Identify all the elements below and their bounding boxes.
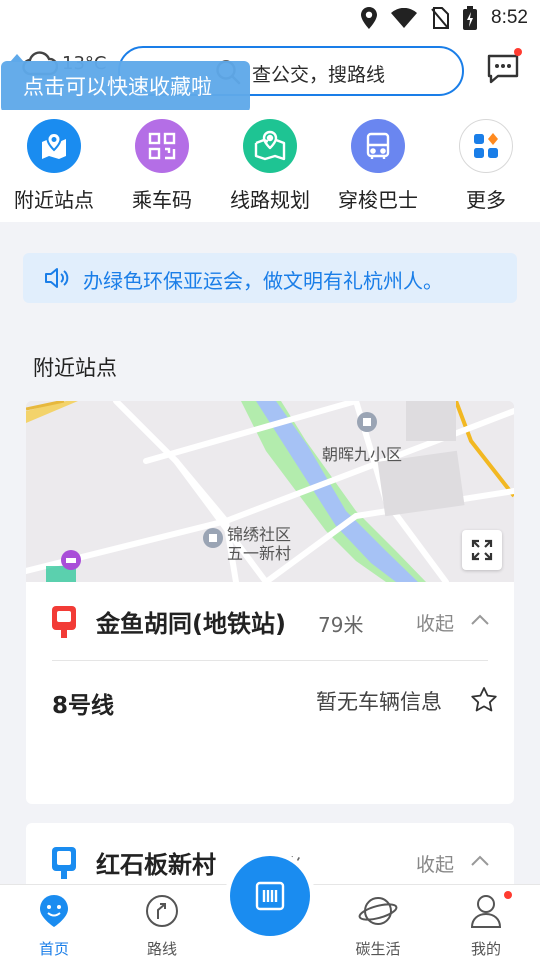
collapse-button[interactable]: 收起 xyxy=(416,850,454,877)
message-badge xyxy=(514,48,522,56)
stop-name: 金鱼胡同(地铁站) xyxy=(96,610,286,638)
quick-label: 穿梭巴士 xyxy=(338,188,418,212)
metro-station-icon xyxy=(52,606,76,638)
map-expand-button[interactable] xyxy=(462,530,502,570)
divider xyxy=(52,660,488,661)
map-label: 朝晖九小区 xyxy=(322,445,403,464)
qr-code-icon xyxy=(135,119,189,173)
star-icon[interactable] xyxy=(470,686,498,714)
stop-name: 红石板新村 xyxy=(96,851,216,879)
bus-icon xyxy=(351,119,405,173)
tab-mine[interactable]: 我的 xyxy=(432,893,540,959)
user-icon xyxy=(470,895,502,928)
bus-stop-icon xyxy=(52,847,76,879)
tab-label: 首页 xyxy=(38,940,69,958)
notice-banner[interactable]: 办绿色环保亚运会，做文明有礼杭州人。 xyxy=(23,253,517,303)
quick-route-planning[interactable]: 线路规划 xyxy=(216,119,324,213)
status-time: 8:52 xyxy=(491,7,528,28)
tab-carbon-life[interactable]: 碳生活 xyxy=(324,893,432,959)
location-map-icon xyxy=(27,119,81,173)
home-face-icon xyxy=(40,895,68,927)
expand-icon xyxy=(471,539,493,561)
hotel-marker-icon xyxy=(61,550,81,570)
no-sim-icon xyxy=(431,7,450,29)
stop-card[interactable]: 金鱼胡同(地铁站) 79米 收起 8号线 暂无车辆信息 xyxy=(26,582,514,804)
location-status-icon xyxy=(361,7,378,29)
search-placeholder: 查公交，搜路线 xyxy=(252,64,386,86)
chevron-up-icon[interactable] xyxy=(470,855,490,867)
more-grid-icon xyxy=(459,119,513,173)
quick-access-bar: 附近站点 乘车码 线路规划 穿梭巴士 更多 xyxy=(0,110,540,222)
route-map-icon xyxy=(243,119,297,173)
route-name[interactable]: 8号线 xyxy=(52,686,114,720)
favorite-tooltip: 点击可以快速收藏啦 xyxy=(1,61,250,113)
stop-distance: 79米 xyxy=(318,613,364,637)
speaker-icon xyxy=(45,268,69,288)
route-compass-icon xyxy=(146,895,178,927)
notice-text: 办绿色环保亚运会，做文明有礼杭州人。 xyxy=(83,269,443,293)
tab-label: 路线 xyxy=(146,940,177,958)
quick-label: 乘车码 xyxy=(132,188,192,212)
tab-home[interactable]: 首页 xyxy=(0,893,108,959)
poi-marker-icon xyxy=(203,528,223,548)
poi-marker-icon xyxy=(357,412,377,432)
quick-nearby-stops[interactable]: 附近站点 xyxy=(0,119,108,213)
tab-label: 我的 xyxy=(470,940,501,958)
quick-more[interactable]: 更多 xyxy=(432,119,540,213)
barcode-scan-icon xyxy=(255,881,285,911)
wifi-icon xyxy=(391,8,418,28)
tab-label: 碳生活 xyxy=(355,940,401,958)
route-status: 暂无车辆信息 xyxy=(316,690,442,714)
nearby-map[interactable]: 朝晖九小区 锦绣社区 五一新村 xyxy=(26,401,514,582)
scan-ride-button[interactable] xyxy=(230,856,310,936)
quick-shuttle-bus[interactable]: 穿梭巴士 xyxy=(324,119,432,213)
battery-charging-icon xyxy=(463,6,478,30)
quick-ride-code[interactable]: 乘车码 xyxy=(108,119,216,213)
map-label: 五一新村 xyxy=(227,544,292,563)
mine-badge xyxy=(504,891,512,899)
status-icons: 8:52 xyxy=(361,6,528,30)
nearby-section-title: 附近站点 xyxy=(33,356,117,380)
quick-label: 线路规划 xyxy=(230,188,310,212)
tab-routes[interactable]: 路线 xyxy=(108,893,216,959)
collapse-button[interactable]: 收起 xyxy=(416,609,454,636)
message-icon[interactable] xyxy=(486,52,520,86)
status-bar: 8:52 xyxy=(0,0,540,36)
planet-icon xyxy=(358,897,398,925)
quick-label: 附近站点 xyxy=(14,188,94,212)
quick-label: 更多 xyxy=(466,188,506,212)
chevron-up-icon[interactable] xyxy=(470,614,490,626)
